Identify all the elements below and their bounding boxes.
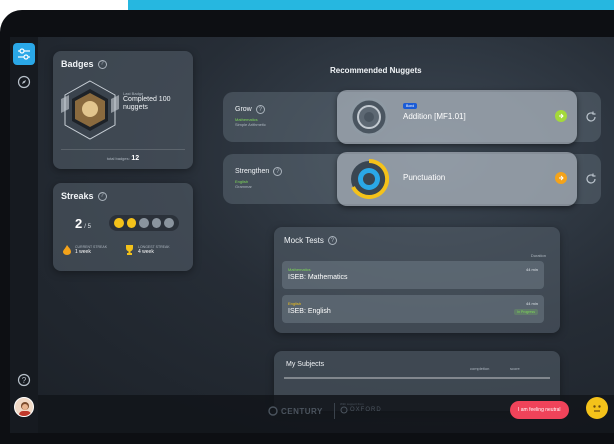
mock-test-row[interactable]: English ISEB: English 44 min In Progress (282, 295, 544, 323)
streak-dots (109, 215, 179, 231)
arrow-right-icon (559, 113, 564, 119)
last-badge: Last Badge Completed 100 nuggets (123, 91, 189, 112)
refresh-icon[interactable] (585, 111, 597, 123)
badge-hexagon-icon (61, 80, 119, 140)
arrow-right-icon (559, 175, 564, 181)
badges-title: Badges? (61, 59, 107, 69)
nugget-section: Grow? Mathematics Simple Arithmetic (235, 105, 266, 127)
svg-text:?: ? (22, 376, 27, 385)
progress-ring-icon (349, 97, 389, 137)
app-screen: ? Badges? Last Badge Completed 100 nugge… (10, 37, 614, 433)
nugget-name: Addition [MF1.01] (403, 112, 466, 121)
streak-dot-empty (139, 218, 149, 228)
nugget-tag: Bond (403, 103, 418, 109)
sidebar: ? (10, 37, 38, 433)
duration-header: Duration (530, 253, 546, 258)
nugget-row-strengthen: Strengthen? English Grammar Punctuation (223, 152, 601, 206)
avatar-icon (19, 402, 31, 416)
sliders-icon (18, 48, 30, 60)
col-score: score (510, 366, 520, 371)
help-icon[interactable]: ? (327, 236, 337, 245)
recommended-title: Recommended Nuggets (330, 66, 422, 75)
help-icon[interactable]: ? (273, 167, 283, 176)
nugget-card[interactable]: Bond Addition [MF1.01] (337, 90, 577, 144)
start-button[interactable] (555, 110, 567, 122)
oxford-logo: With support from OXFORD (340, 402, 382, 414)
divider (61, 149, 185, 150)
last-badge-text: Completed 100 nuggets (123, 96, 171, 111)
nugget-card[interactable]: Punctuation (337, 152, 577, 206)
nugget-row-grow: Grow? Mathematics Simple Arithmetic Bond… (223, 90, 601, 144)
century-logo: CENTURY (268, 406, 323, 416)
longest-streak: LONGEST STREAK 4 week (125, 245, 170, 255)
badges-card: Badges? Last Badge Completed 100 nuggets… (53, 51, 193, 169)
sidebar-item-dashboard[interactable] (13, 43, 35, 65)
oxford-logo-icon (340, 406, 348, 414)
nugget-section: Strengthen? English Grammar (235, 167, 283, 189)
col-completion: completion (470, 366, 490, 371)
neutral-face-icon[interactable] (586, 397, 608, 419)
mock-tests-card: Mock Tests? Duration Mathematics ISEB: M… (274, 227, 560, 333)
help-icon: ? (17, 373, 31, 387)
avatar[interactable] (14, 397, 34, 417)
refresh-icon[interactable] (585, 173, 597, 185)
current-streak: CURRENT STREAK 1 week (63, 245, 107, 255)
mock-tests-title: Mock Tests? (284, 236, 337, 245)
streaks-card: Streaks? 2 / 5 CURRENT STREAK 1 week LON… (53, 183, 193, 271)
help-icon[interactable]: ? (255, 105, 265, 114)
help-icon[interactable]: ? (97, 59, 107, 69)
start-button[interactable] (555, 172, 567, 184)
progress-ring-icon (351, 159, 389, 199)
streaks-title: Streaks? (61, 191, 107, 201)
my-subjects-title: My Subjects (286, 361, 325, 368)
divider (284, 377, 550, 379)
streak-dot-filled (126, 218, 137, 228)
status-badge: In Progress (514, 309, 538, 315)
total-badges: total badges: 12 (106, 155, 140, 162)
mock-test-row[interactable]: Mathematics ISEB: Mathematics 44 min (282, 261, 544, 289)
streak-dot-empty (164, 218, 174, 228)
feeling-button[interactable]: I am feeling neutral (510, 401, 569, 419)
stage: ? Badges? Last Badge Completed 100 nugge… (0, 0, 614, 444)
trophy-icon (126, 245, 133, 255)
nugget-name: Punctuation (403, 173, 446, 182)
century-logo-icon (268, 406, 278, 416)
help-icon[interactable]: ? (97, 191, 107, 201)
streak-dot-filled (114, 218, 124, 228)
flame-icon (63, 245, 71, 255)
compass-icon (17, 75, 31, 89)
sidebar-item-explore[interactable] (13, 71, 35, 93)
sidebar-item-help[interactable]: ? (13, 369, 35, 391)
streak-dot-empty (151, 218, 162, 228)
divider (334, 403, 335, 419)
streak-count: 2 / 5 (75, 216, 91, 231)
